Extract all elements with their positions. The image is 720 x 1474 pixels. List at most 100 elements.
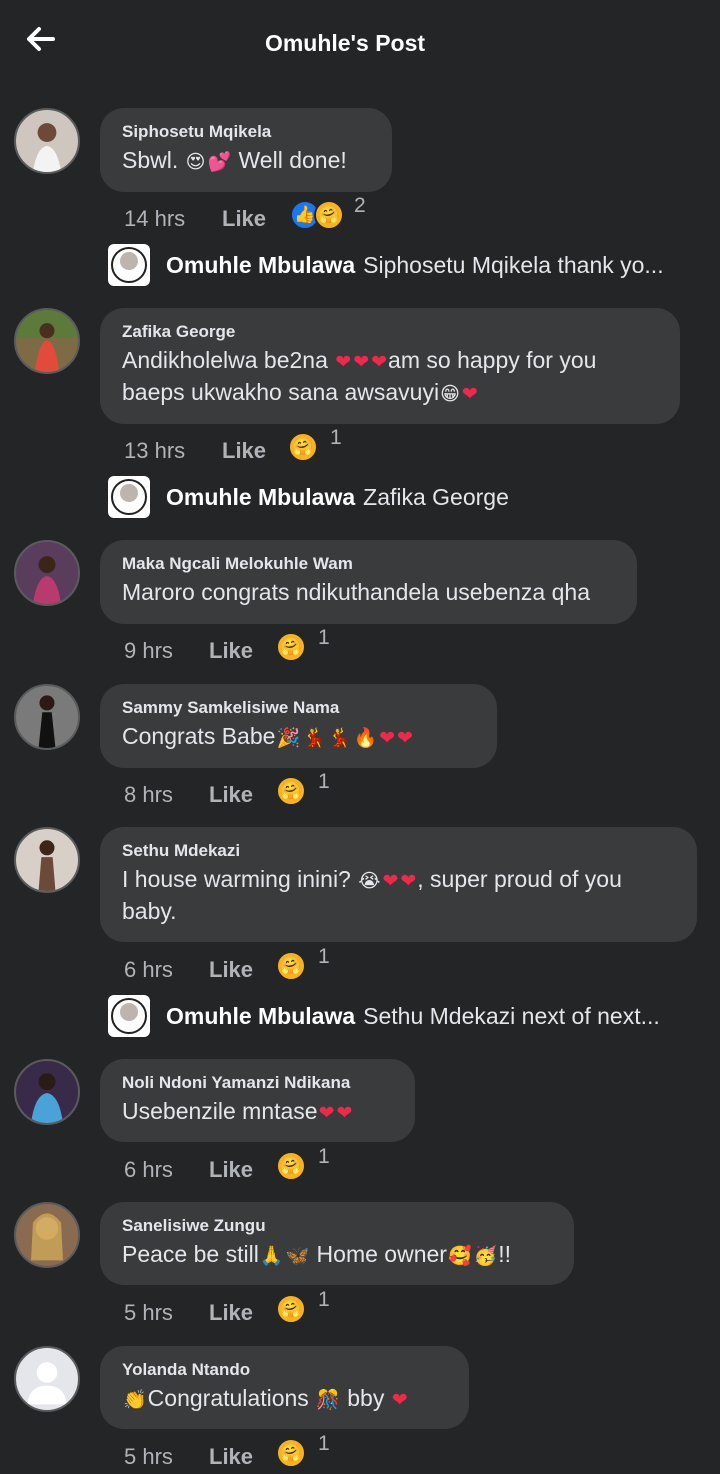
care-reaction-icon: 🤗 [288,432,318,462]
avatar-photo [31,1073,63,1123]
care-reaction-icon: 🤗 [276,776,306,806]
care-reaction-icon: 🤗 [276,632,306,662]
emoji: ❤ [397,728,413,749]
emoji: ❤ [336,1103,353,1124]
care-reaction-icon: 🤗 [276,951,306,981]
avatar-photo [111,247,147,283]
like-button[interactable]: Like [209,1444,253,1470]
emoji: ❤ [379,728,396,749]
avatar[interactable] [14,108,80,174]
comment-text: Sbwl. 😍 💕 Well done! [122,147,347,173]
reply-avatar [108,995,150,1037]
emoji: 💃 [327,728,352,749]
avatar[interactable] [14,827,80,893]
like-button[interactable]: Like [209,1300,253,1326]
avatar-photo [16,310,78,372]
comment-author[interactable]: Noli Ndoni Yamanzi Ndikana [122,1073,393,1093]
like-button[interactable]: Like [209,957,253,983]
avatar-photo [31,1213,63,1261]
emoji: 😍 [185,152,206,173]
reaction-count: 1 [318,626,330,649]
avatar[interactable] [14,684,80,750]
default-avatar-icon [27,1362,67,1405]
emoji: 💕 [207,152,232,173]
reply-text: Omuhle Mbulawa Sethu Mdekazi next of next… [166,1003,660,1029]
reply-avatar [108,244,150,286]
emoji: 💃 [302,728,326,749]
like-button[interactable]: Like [222,206,266,232]
avatar[interactable] [14,308,80,374]
comment-time: 6 hrs [124,957,173,982]
avatar[interactable] [14,1346,80,1412]
comment-author[interactable]: Sammy Samkelisiwe Nama [122,698,475,718]
comment-time: 9 hrs [124,638,173,663]
avatar[interactable] [14,540,80,606]
emoji: ❤ [391,1390,408,1411]
emoji: 🙏 [259,1246,284,1267]
emoji: ❤ [461,384,478,405]
reply-text: Omuhle Mbulawa Siphosetu Mqikela thank yo… [166,252,664,278]
like-button[interactable]: Like [209,1157,253,1183]
avatar-photo [32,123,62,172]
emoji: 🥳 [473,1246,498,1267]
comment-bubble[interactable]: Noli Ndoni Yamanzi Ndikana Usebenzile mn… [100,1059,415,1142]
comment-bubble[interactable]: Zafika George Andikholelwa be2na ❤ ❤ ❤am s… [100,308,680,424]
comment-time: 5 hrs [124,1300,173,1325]
comment-text: Peace be still🙏 🦋 Home owner🥰 🥳!! [122,1241,512,1267]
emoji: 😁 [440,384,460,405]
avatar-photo [38,840,56,891]
comment-bubble[interactable]: Sanelisiwe Zungu Peace be still🙏 🦋 Home o… [100,1202,574,1285]
care-reaction-icon: 🤗 [276,1438,306,1468]
emoji: ❤ [400,871,417,892]
avatar[interactable] [14,1202,80,1268]
comment-bubble[interactable]: Sammy Samkelisiwe Nama Congrats Babe🎉 💃 💃 🔥… [100,684,497,768]
comment-text: Congrats Babe🎉 💃 💃 🔥 ❤ ❤ [122,723,413,749]
emoji: ❤ [335,352,352,373]
comment-bubble[interactable]: Maka Ngcali Melokuhle Wam Maroro congrat… [100,540,637,624]
reaction-count: 1 [318,1145,330,1168]
comment-author[interactable]: Sanelisiwe Zungu [122,1216,552,1236]
emoji: 👏 [123,1390,147,1411]
avatar-photo [111,479,147,515]
emoji: 🥰 [447,1246,472,1267]
emoji: 😭 [358,871,381,892]
reply-text: Omuhle Mbulawa Zafika George [166,484,509,510]
reply-avatar [108,476,150,518]
reaction-count: 1 [330,426,342,449]
avatar[interactable] [14,1059,80,1125]
reaction-count: 1 [318,1288,330,1311]
comment-author[interactable]: Sethu Mdekazi [122,841,675,861]
care-reaction-icon: 🤗 [314,200,344,230]
care-reaction-icon: 🤗 [276,1294,306,1324]
comment-time: 13 hrs [124,438,186,463]
care-reaction-icon: 🤗 [276,1151,306,1181]
top-bar: Omuhle's Post [0,0,720,84]
comment-text: I house warming inini? 😭 ❤ ❤, super proud … [122,866,629,924]
like-button[interactable]: Like [222,438,266,464]
comment-time: 14 hrs [124,206,186,231]
comment-time: 5 hrs [124,1444,173,1469]
comment-author[interactable]: Maka Ngcali Melokuhle Wam [122,554,615,574]
avatar-photo [111,998,147,1034]
avatar-photo [32,556,62,604]
page-title: Omuhle's Post [264,30,426,56]
comment-time: 8 hrs [124,782,173,807]
emoji: 🎉 [276,728,301,749]
like-button[interactable]: Like [209,782,253,808]
comment-bubble[interactable]: Sethu Mdekazi I house warming inini? 😭 ❤ ❤… [100,827,697,942]
comment-author[interactable]: Zafika George [122,322,658,342]
comment-author[interactable]: Siphosetu Mqikela [122,122,370,142]
comment-bubble[interactable]: Siphosetu Mqikela Sbwl. 😍 💕 Well done! [100,108,392,192]
comment-author[interactable]: Yolanda Ntando [122,1360,447,1380]
reaction-count: 2 [354,194,366,217]
emoji: ❤ [353,352,370,373]
comment-text: Andikholelwa be2na ❤ ❤ ❤am so happy for yo… [122,347,603,405]
avatar-photo [38,695,56,748]
reaction-count: 1 [318,1432,330,1455]
comment-text: Usebenzile mntase❤ ❤ [122,1098,353,1124]
emoji: ❤ [318,1103,335,1124]
like-button[interactable]: Like [209,638,253,664]
comment-text: Maroro congrats ndikuthandela usebenza q… [122,579,590,605]
emoji: ❤ [382,871,399,892]
comment-bubble[interactable]: Yolanda Ntando 👏Congratulations 🎊 bby ❤ [100,1346,469,1429]
